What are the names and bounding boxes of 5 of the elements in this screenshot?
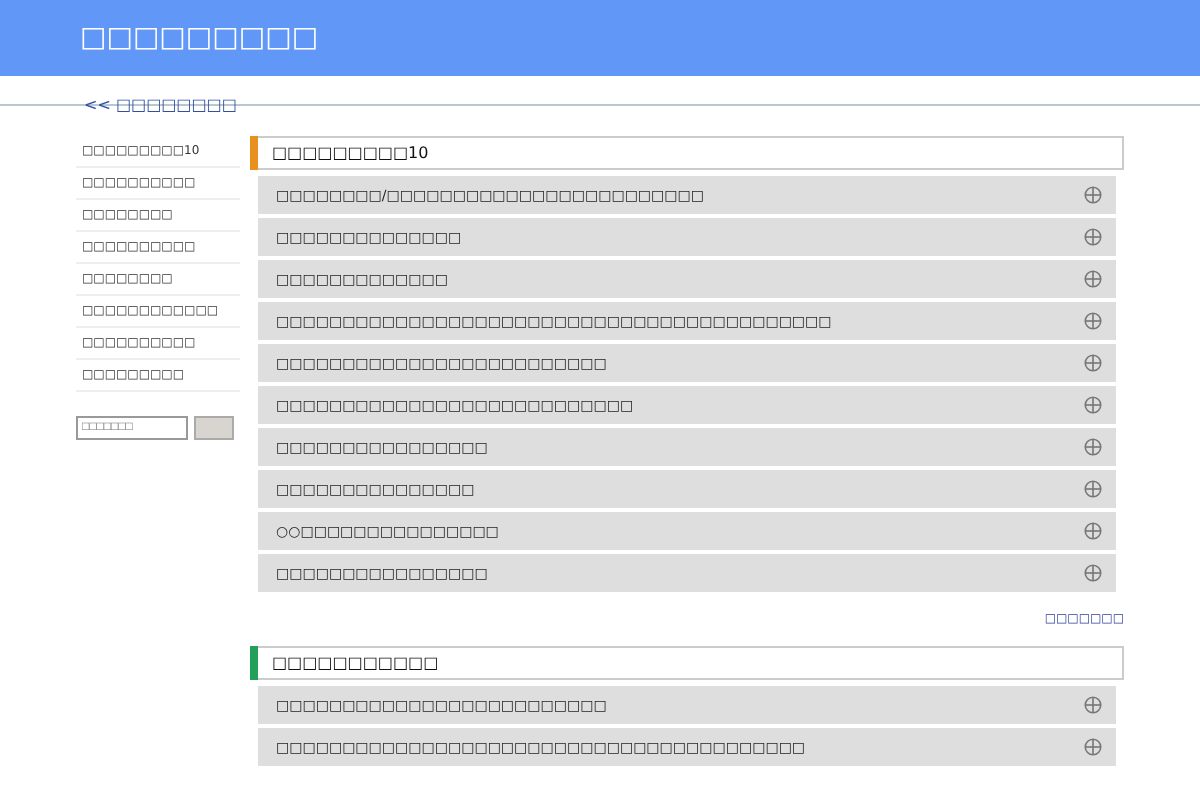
section-title: □□□□□□□□□□□ xyxy=(272,652,439,676)
search-button[interactable] xyxy=(194,416,234,440)
section-title: □□□□□□□□□10 xyxy=(272,142,429,166)
back-link[interactable]: << □□□□□□□□ xyxy=(84,96,237,114)
site-title: □□□□□□□□□ xyxy=(80,22,319,54)
